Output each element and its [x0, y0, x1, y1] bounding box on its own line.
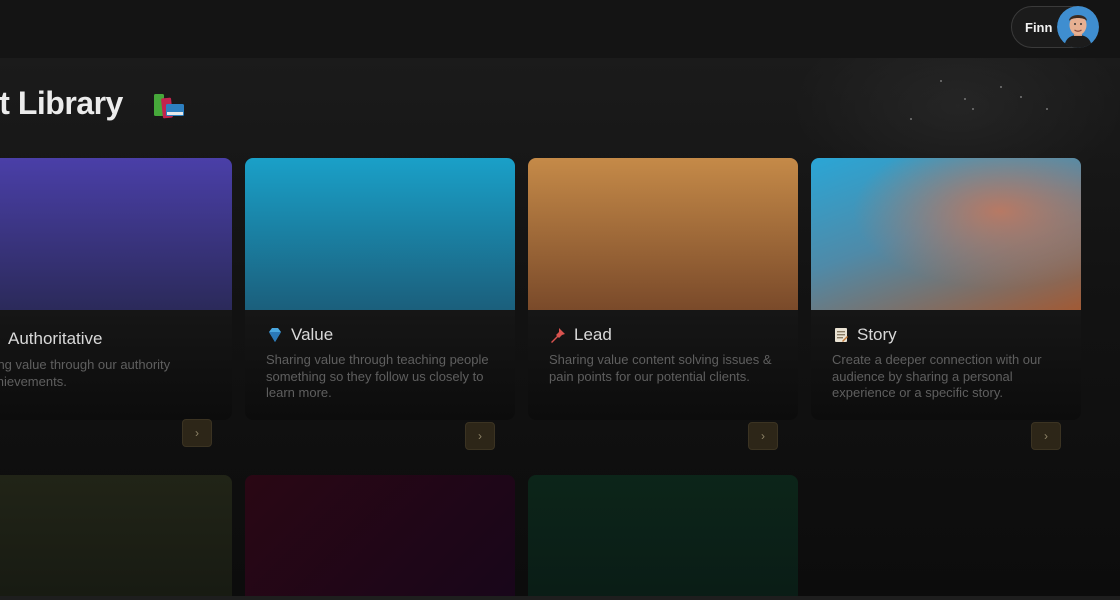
open-lead-button[interactable]: › [748, 422, 778, 450]
card-description: Sharing value content solving issues & p… [549, 352, 772, 384]
card-row2-2[interactable] [245, 475, 515, 596]
card-authoritative[interactable]: Authoritative aring value through our au… [0, 158, 232, 420]
card-body: Lead Sharing value content solving issue… [528, 310, 798, 420]
card-body: Story Create a deeper connection with ou… [811, 310, 1081, 420]
card-story[interactable]: Story Create a deeper connection with ou… [811, 158, 1081, 420]
card-description: Sharing value through teaching people so… [266, 352, 489, 400]
card-image [811, 158, 1081, 310]
card-body: Value Sharing value through teaching peo… [245, 310, 515, 420]
card-title: Lead [574, 325, 612, 344]
top-bar: Finn [0, 0, 1120, 58]
card-title: Value [291, 325, 334, 344]
gem-icon [266, 326, 284, 344]
pushpin-icon [549, 326, 567, 344]
bottom-edge [0, 596, 1120, 600]
card-title: Story [857, 325, 897, 344]
card-row2-1[interactable] [0, 475, 232, 596]
open-story-button[interactable]: › [1031, 422, 1061, 450]
card-description: Create a deeper connection with our audi… [832, 352, 1042, 400]
card-image [528, 158, 798, 310]
card-description: aring value through our authority achiev… [0, 357, 171, 389]
books-icon [150, 90, 188, 124]
card-image [245, 158, 515, 310]
page-title: st Library [0, 85, 123, 121]
user-menu-button[interactable]: Finn [1011, 6, 1099, 48]
user-name: Finn [1025, 20, 1053, 35]
open-authoritative-button[interactable]: › [182, 419, 212, 447]
open-value-button[interactable]: › [465, 422, 495, 450]
card-body: Authoritative aring value through our au… [0, 310, 232, 420]
memo-icon [832, 326, 850, 344]
card-row2-3[interactable] [528, 475, 798, 596]
card-image [0, 158, 232, 310]
card-lead[interactable]: Lead Sharing value content solving issue… [528, 158, 798, 420]
avatar[interactable] [1057, 6, 1099, 48]
content-area: st Library Authoritative aring value thr… [0, 58, 1120, 596]
card-value[interactable]: Value Sharing value through teaching peo… [245, 158, 515, 420]
card-title: Authoritative [8, 329, 103, 348]
